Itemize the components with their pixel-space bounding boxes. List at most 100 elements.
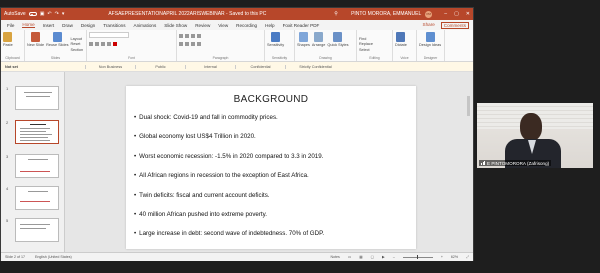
tab-slide-show[interactable]: Slide Show: [164, 23, 187, 28]
zoom-in-icon[interactable]: +: [441, 255, 443, 259]
select-button[interactable]: Select: [359, 48, 373, 52]
bullet-item: Worst economic recession: -1.5% in 2020 …: [134, 153, 324, 172]
tab-home[interactable]: Home: [22, 22, 35, 28]
align-buttons: [179, 42, 262, 46]
sensitivity-option[interactable]: Public: [135, 64, 185, 69]
tab-view[interactable]: View: [218, 23, 228, 28]
sensitivity-option[interactable]: Confidential: [235, 64, 285, 69]
search-icon[interactable]: ⚲: [331, 11, 341, 17]
align-center-icon[interactable]: [185, 42, 189, 46]
replace-button[interactable]: Replace: [359, 42, 373, 46]
undo-icon[interactable]: ↶: [47, 11, 51, 17]
redo-icon[interactable]: ↷: [55, 11, 59, 17]
title-bar: AutoSave ▣ ↶ ↷ ▾ AFSAEPRESENTATIONAPRIL …: [1, 8, 473, 20]
reading-view-icon[interactable]: ▢: [371, 255, 374, 259]
bullets-icon[interactable]: [179, 34, 183, 38]
comments-button[interactable]: Comments: [440, 21, 469, 29]
user-name: PINTO MORORA, EMMANUEL: [351, 11, 422, 17]
designer-label: Designer: [423, 56, 438, 60]
maximize-icon[interactable]: ▢: [454, 11, 459, 17]
zoom-out-icon[interactable]: –: [393, 255, 395, 259]
close-icon[interactable]: ✕: [466, 11, 470, 17]
tab-transitions[interactable]: Transitions: [103, 23, 125, 28]
list-buttons: [179, 34, 262, 38]
autosave-toggle[interactable]: [28, 12, 37, 16]
underline-icon[interactable]: [101, 42, 105, 46]
voice-label: Voice: [400, 56, 409, 60]
italic-icon[interactable]: [95, 42, 99, 46]
bullet-list[interactable]: Dual shock: Covid-19 and fall in commodi…: [134, 114, 324, 250]
microphone-icon: [396, 32, 406, 42]
sensitivity-option[interactable]: Strictly Confidential: [285, 64, 345, 69]
fit-slide-icon[interactable]: ⤢: [466, 255, 469, 259]
font-label: Font: [128, 56, 135, 60]
editing-group: Find Replace Select Editing: [357, 30, 393, 61]
section-button[interactable]: Section: [70, 48, 83, 52]
zoom-slider[interactable]: [402, 255, 433, 259]
quick-styles-button[interactable]: Quick Styles: [327, 32, 349, 56]
align-right-icon[interactable]: [191, 42, 195, 46]
slide-thumbnail[interactable]: [15, 186, 59, 210]
slide-title[interactable]: BACKGROUND: [126, 94, 416, 105]
reset-button[interactable]: Reset: [70, 42, 83, 46]
find-button[interactable]: Find: [359, 37, 373, 41]
layout-button[interactable]: Layout: [70, 37, 83, 41]
slide-thumbnail[interactable]: [15, 154, 59, 178]
scrollbar-thumb[interactable]: [467, 96, 470, 116]
zoom-level[interactable]: 62%: [451, 255, 458, 259]
sorter-view-icon[interactable]: ▦: [359, 255, 362, 259]
bullet-item: Dual shock: Covid-19 and fall in commodi…: [134, 114, 324, 133]
font-format-buttons: [89, 42, 174, 46]
design-ideas-button[interactable]: Design Ideas: [419, 32, 441, 56]
slide-thumbnail-selected[interactable]: [15, 120, 59, 144]
tab-foxit[interactable]: Foxit Reader PDF: [283, 23, 320, 28]
sensitivity-option[interactable]: Non Business: [85, 64, 135, 69]
tab-review[interactable]: Review: [195, 23, 210, 28]
new-slide-button[interactable]: New Slide: [27, 32, 44, 56]
strike-icon[interactable]: [107, 42, 111, 46]
slide-thumbnail[interactable]: [15, 86, 59, 110]
paste-button[interactable]: Paste: [3, 32, 13, 56]
shapes-button[interactable]: Shapes: [297, 32, 310, 56]
slide-thumbnail[interactable]: [15, 218, 59, 242]
numbering-icon[interactable]: [185, 34, 189, 38]
minimize-icon[interactable]: –: [444, 11, 447, 17]
sensitivity-option[interactable]: Internal: [185, 64, 235, 69]
align-left-icon[interactable]: [179, 42, 183, 46]
justify-icon[interactable]: [197, 42, 201, 46]
outdent-icon[interactable]: [197, 34, 201, 38]
customize-icon[interactable]: ▾: [62, 11, 65, 17]
paragraph-label: Paragraph: [212, 56, 229, 60]
avatar[interactable]: PM: [425, 10, 433, 18]
sensitivity-button[interactable]: Sensitivity: [267, 32, 284, 56]
font-name-box[interactable]: [89, 32, 129, 38]
bold-icon[interactable]: [89, 42, 93, 46]
window-controls: – ▢ ✕: [444, 11, 470, 17]
slideshow-icon[interactable]: ▶: [382, 255, 385, 259]
indent-icon[interactable]: [191, 34, 195, 38]
tab-help[interactable]: Help: [265, 23, 274, 28]
tab-design[interactable]: Design: [81, 23, 95, 28]
tab-recording[interactable]: Recording: [236, 23, 257, 28]
current-slide[interactable]: BACKGROUND Dual shock: Covid-19 and fall…: [126, 86, 416, 249]
font-color-icon[interactable]: [113, 42, 117, 46]
thumbnail-number: 2: [6, 120, 9, 125]
arrange-button[interactable]: Arrange: [312, 32, 325, 56]
thumbnail-number: 5: [6, 218, 9, 223]
clipboard-group: Paste Clipboard: [1, 30, 25, 61]
reuse-slides-icon: [52, 32, 62, 42]
participant-video[interactable]: E PINTOMORORA (Zafrisong): [477, 103, 593, 168]
tab-draw[interactable]: Draw: [62, 23, 73, 28]
vertical-scrollbar[interactable]: [467, 86, 471, 252]
notes-button[interactable]: Notes: [330, 255, 339, 259]
dictate-button[interactable]: Dictate: [395, 32, 407, 56]
language-indicator[interactable]: English (United States): [35, 255, 72, 259]
save-icon[interactable]: ▣: [40, 11, 45, 17]
normal-view-icon[interactable]: ▭: [348, 255, 351, 259]
share-button[interactable]: Share: [423, 22, 435, 29]
reuse-slides-button[interactable]: Reuse Slides: [46, 32, 68, 56]
design-ideas-icon: [425, 32, 435, 42]
tab-animations[interactable]: Animations: [134, 23, 157, 28]
tab-file[interactable]: File: [7, 23, 14, 28]
tab-insert[interactable]: Insert: [43, 23, 55, 28]
